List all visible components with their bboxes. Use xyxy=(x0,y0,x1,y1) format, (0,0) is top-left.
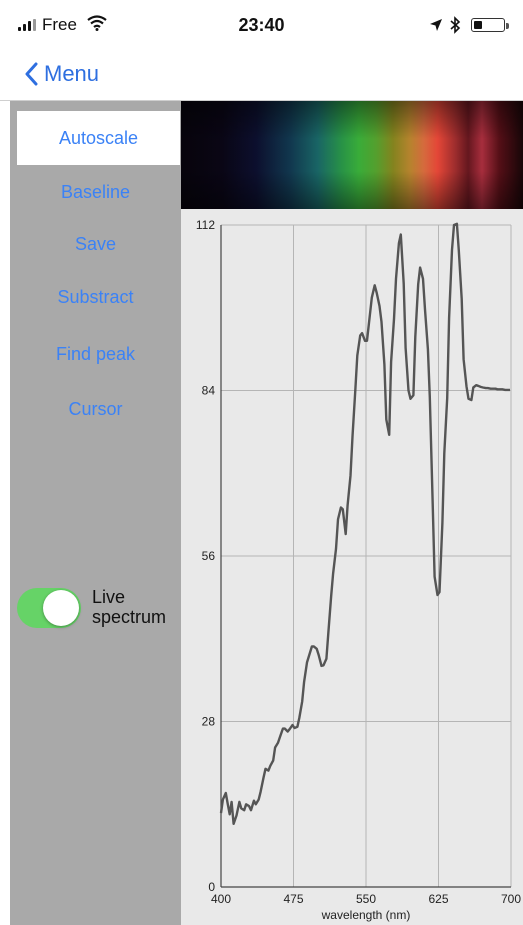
live-spectrum-label-line2: spectrum xyxy=(92,607,167,627)
y-tick-label: 28 xyxy=(202,715,216,729)
chevron-left-icon xyxy=(25,62,38,86)
status-bar: Free 23:40 xyxy=(0,0,523,48)
navigation-bar: Menu xyxy=(0,48,523,101)
x-tick-label: 475 xyxy=(283,892,303,906)
battery-tip xyxy=(506,23,509,29)
bluetooth-icon xyxy=(450,16,461,34)
location-arrow-icon xyxy=(430,19,442,31)
live-spectrum-label-line1: Live xyxy=(92,587,126,607)
x-tick-label: 400 xyxy=(211,892,231,906)
live-spectrum-toggle[interactable] xyxy=(17,588,81,628)
live-spectrum-label: Live spectrum xyxy=(92,587,166,627)
substract-button[interactable]: Substract xyxy=(10,287,181,308)
left-margin xyxy=(0,101,10,925)
back-button[interactable]: Menu xyxy=(24,56,99,92)
y-tick-label: 56 xyxy=(202,549,216,563)
cursor-button[interactable]: Cursor xyxy=(10,399,181,420)
battery-icon xyxy=(471,18,505,32)
spectrum-chart: 0285684112400 475 550 625 700wavelength (nm) xyxy=(196,218,521,922)
autoscale-button[interactable]: Autoscale xyxy=(17,111,180,165)
x-tick-label: 550 xyxy=(356,892,376,906)
y-tick-label: 112 xyxy=(196,218,215,232)
sidebar: Autoscale Baseline Save Substract Find p… xyxy=(10,101,181,925)
y-tick-label: 84 xyxy=(202,384,216,398)
save-button[interactable]: Save xyxy=(10,234,181,255)
x-tick-label: 625 xyxy=(428,892,448,906)
status-icons xyxy=(421,15,511,35)
find-peak-button[interactable]: Find peak xyxy=(10,344,181,365)
back-button-label: Menu xyxy=(44,61,100,86)
x-axis-label: wavelength (nm) xyxy=(321,908,411,922)
baseline-button[interactable]: Baseline xyxy=(10,182,181,203)
toggle-knob xyxy=(43,590,79,626)
spectrum-image xyxy=(181,101,523,209)
x-tick-label: 700 xyxy=(501,892,521,906)
